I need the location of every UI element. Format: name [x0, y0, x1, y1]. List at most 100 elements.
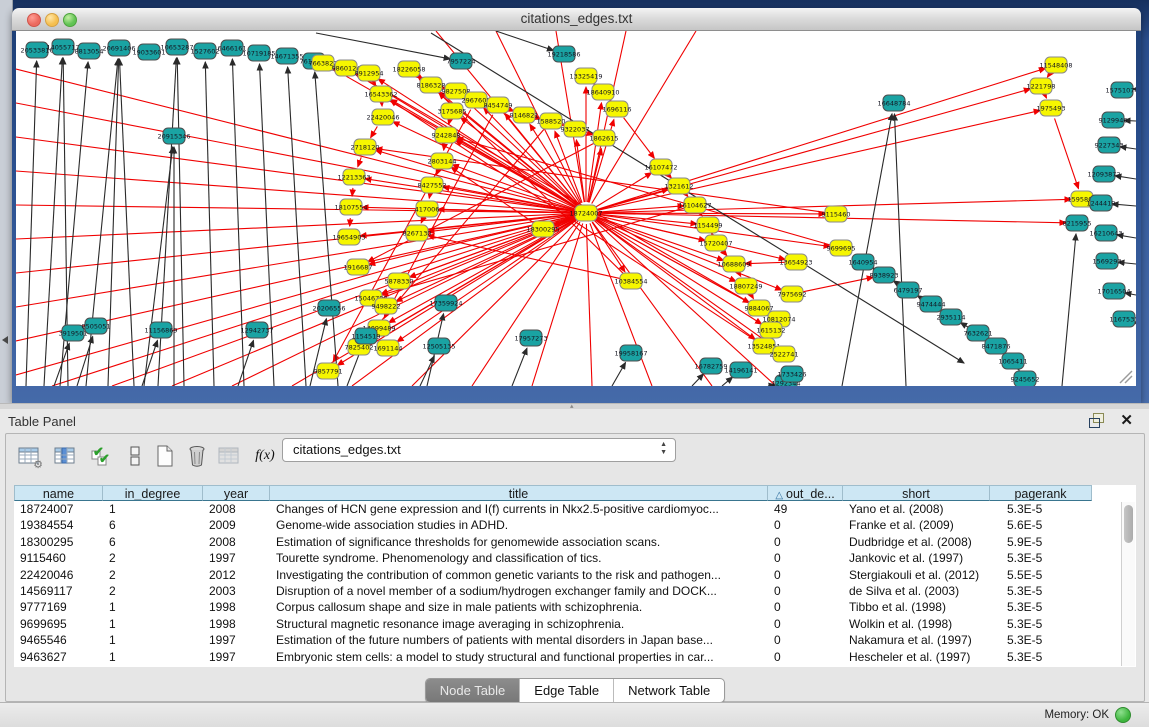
graph-edge[interactable]: [723, 251, 727, 255]
table-selector-dropdown[interactable]: citations_edges.txt ▲▼: [282, 438, 676, 462]
delete-table-button[interactable]: [214, 440, 244, 472]
graph-edge[interactable]: [54, 343, 69, 386]
column-header-title[interactable]: title: [270, 485, 768, 501]
graph-edge[interactable]: [77, 336, 93, 386]
graph-edge[interactable]: [586, 224, 592, 386]
graph-edge[interactable]: [590, 223, 652, 386]
column-header-short[interactable]: short: [843, 485, 990, 501]
graph-edge[interactable]: [144, 147, 173, 386]
deselect-all-button[interactable]: [120, 440, 150, 472]
graph-edge[interactable]: [686, 194, 688, 196]
table-row[interactable]: 977716911998Corpus callosum shape and si…: [14, 599, 1136, 615]
graph-edge[interactable]: [1047, 74, 1049, 77]
graph-edge[interactable]: [16, 69, 575, 210]
network-window-titlebar[interactable]: citations_edges.txt: [12, 8, 1141, 31]
column-header-in-degree[interactable]: in_degree: [103, 485, 203, 501]
scrollbar-thumb[interactable]: [1124, 505, 1133, 543]
spinner-arrows-icon[interactable]: ▲▼: [660, 441, 667, 457]
graph-edge[interactable]: [16, 215, 575, 307]
graph-edge[interactable]: [420, 356, 434, 386]
float-window-icon[interactable]: [1089, 413, 1105, 428]
table-row[interactable]: 2242004622012Investigating the contribut…: [14, 567, 1136, 583]
graph-edge[interactable]: [421, 219, 423, 223]
graph-edge[interactable]: [1062, 234, 1076, 386]
table-row[interactable]: 946554611997Estimation of the future num…: [14, 632, 1136, 648]
table-row[interactable]: 1938455462009Genome-wide association stu…: [14, 517, 1136, 533]
table-settings-button[interactable]: ⚙: [14, 440, 44, 472]
table-cell: 9777169: [14, 599, 103, 615]
graph-edge[interactable]: [444, 146, 445, 150]
table-row[interactable]: 911546021997Tourette syndrome. Phenomeno…: [14, 550, 1136, 566]
graph-node-label: 1154519: [352, 332, 381, 340]
network-view-window[interactable]: citations_edges.txt 20533816140557178813…: [12, 8, 1141, 403]
vertical-scrollbar[interactable]: [1121, 502, 1135, 666]
network-canvas[interactable]: 2053381614055717881305420691406190336011…: [16, 31, 1136, 386]
table-cell: Corpus callosum shape and size in male p…: [270, 599, 768, 615]
tab-network-table[interactable]: Network Table: [614, 679, 724, 702]
graph-edge[interactable]: [960, 323, 968, 328]
graph-edge[interactable]: [350, 218, 351, 226]
splitter-collapse-arrow-icon[interactable]: [2, 336, 8, 344]
tab-node-table[interactable]: Node Table: [426, 679, 521, 702]
table-panel-header: Table Panel ✕: [0, 409, 1149, 434]
graph-edge[interactable]: [624, 118, 655, 158]
close-icon[interactable]: ✕: [1120, 411, 1133, 429]
column-header-name[interactable]: name: [14, 485, 103, 501]
graph-node-label: 1569293: [1093, 257, 1122, 265]
table-cell: Wolkin et al. (1998): [843, 616, 990, 632]
create-column-button[interactable]: [150, 440, 180, 472]
graph-edge[interactable]: [512, 348, 527, 386]
table-row[interactable]: 1872400712008Changes of HCN gene express…: [14, 501, 1136, 517]
graph-edge[interactable]: [1055, 118, 1079, 188]
table-row[interactable]: 969969511998Structural magnetic resonanc…: [14, 616, 1136, 632]
memory-status-indicator[interactable]: [1115, 707, 1131, 723]
table-row[interactable]: 946362711997Embryonic stem cells: a mode…: [14, 649, 1136, 665]
graph-edge[interactable]: [315, 72, 338, 386]
graph-edge[interactable]: [722, 377, 733, 386]
graph-edge[interactable]: [232, 59, 244, 386]
column-header-pagerank[interactable]: pagerank: [990, 485, 1092, 501]
graph-edge[interactable]: [119, 59, 134, 386]
show-columns-button[interactable]: [50, 440, 80, 472]
graph-edge[interactable]: [449, 122, 450, 125]
graph-edge[interactable]: [205, 62, 214, 386]
graph-node-label: 20915346: [157, 132, 190, 140]
table-cell: 9699695: [14, 616, 103, 632]
table-row[interactable]: 1456911722003Disruption of a novel membe…: [14, 583, 1136, 599]
graph-node-label: 9245652: [1011, 375, 1040, 383]
graph-node-label: 15751074: [1105, 86, 1136, 94]
graph-edge[interactable]: [692, 374, 703, 386]
graph-edge[interactable]: [894, 114, 906, 386]
graph-edge[interactable]: [429, 196, 430, 198]
graph-edge[interactable]: [358, 157, 361, 166]
column-header-out-de-[interactable]: △out_de...: [768, 485, 843, 501]
graph-edge[interactable]: [316, 33, 450, 59]
graph-edge[interactable]: [669, 175, 672, 178]
graph-node-label: 9474444: [917, 300, 946, 308]
graph-edge[interactable]: [752, 295, 754, 298]
function-builder-button[interactable]: f(x): [250, 440, 280, 472]
graph-edge[interactable]: [177, 58, 184, 386]
graph-edge[interactable]: [589, 149, 602, 203]
graph-edge[interactable]: [371, 126, 378, 137]
window-title: citations_edges.txt: [12, 11, 1141, 26]
column-header-year[interactable]: year: [203, 485, 270, 501]
select-all-button[interactable]: ✔ ✔: [86, 440, 116, 472]
node-table: namein_degreeyeartitle△out_de...shortpag…: [14, 485, 1136, 667]
graph-edge[interactable]: [597, 89, 1031, 210]
table-cell: 1997: [203, 632, 270, 648]
table-cell: 2008: [203, 501, 270, 517]
graph-node-label: 17957273: [514, 334, 547, 342]
graph-node-label: 13654923: [779, 258, 812, 266]
graph-edge[interactable]: [352, 188, 353, 196]
tab-edge-table[interactable]: Edge Table: [520, 679, 614, 702]
graph-edge[interactable]: [1046, 96, 1047, 98]
graph-edge[interactable]: [393, 122, 576, 209]
delete-column-button[interactable]: [182, 440, 212, 472]
graph-node-label: 9699695: [827, 244, 856, 252]
table-row[interactable]: 1830029562008Estimation of significance …: [14, 534, 1136, 550]
table-cell: Disruption of a novel member of a sodium…: [270, 583, 768, 599]
graph-edge[interactable]: [612, 363, 626, 386]
graph-edge[interactable]: [142, 340, 157, 386]
graph-edge[interactable]: [1112, 204, 1136, 206]
